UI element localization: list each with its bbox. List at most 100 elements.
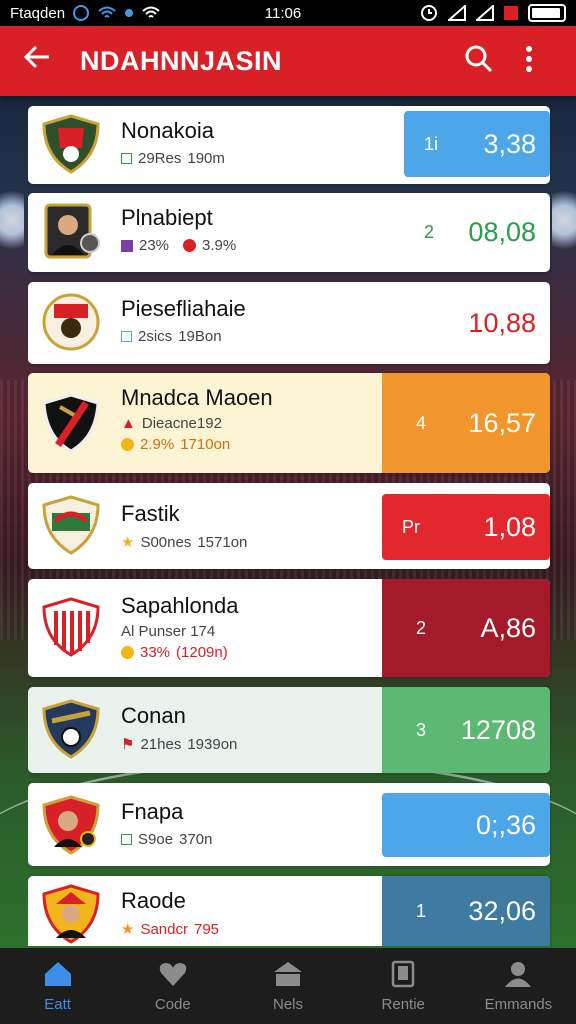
team-subtitle: Al Punser 174 xyxy=(121,623,216,640)
score-value: 3,38 xyxy=(483,128,536,159)
rank-label: 1i xyxy=(424,133,439,154)
team-stat: 2.9% xyxy=(140,436,175,453)
arrow-left-icon xyxy=(23,45,49,69)
team-card[interactable]: Mnadca Maoen ▲ Dieacne192 2.9% 1710on 4 16… xyxy=(28,373,550,473)
stat-icon xyxy=(121,331,132,342)
star-icon: ★ xyxy=(121,921,135,938)
app-notification-icon xyxy=(73,5,90,21)
team-name: Mnadca Maoen xyxy=(121,385,273,410)
score-value: 32,06 xyxy=(468,895,536,926)
team-card[interactable]: Plnabiept 23% 3.9% 2 08,08 xyxy=(28,193,550,272)
team-stat: Sandcr xyxy=(140,920,188,938)
phone-icon xyxy=(391,960,415,987)
score-box: 1i 3,38 xyxy=(404,111,550,177)
status-dot-icon xyxy=(121,646,134,659)
status-dot-icon xyxy=(183,239,197,252)
record-icon xyxy=(504,6,518,20)
alarm-icon xyxy=(421,5,437,21)
team-card[interactable]: Piesefliahaie 2sics 19Bon 10,88 xyxy=(28,282,550,364)
carrier-label: Ftaqden xyxy=(10,4,66,22)
team-name: Nonakoia xyxy=(121,118,214,143)
score-box: Pr 1,08 xyxy=(382,494,550,560)
person-icon xyxy=(505,961,532,987)
player-avatar-icon xyxy=(44,203,100,259)
team-subtitle: Dieacne192 xyxy=(141,415,222,432)
score-value: 08,08 xyxy=(468,216,536,247)
search-icon xyxy=(465,45,493,72)
floodlight xyxy=(552,180,576,260)
rank-label: 1 xyxy=(416,900,427,921)
team-card[interactable]: Nonakoia 29Res 190m 1i 3,38 xyxy=(28,106,550,184)
warning-icon: ▲ xyxy=(121,415,136,432)
team-stat: (1209n) xyxy=(176,644,228,661)
stat-icon xyxy=(121,834,132,845)
home-icon xyxy=(44,961,71,986)
player-avatar-icon xyxy=(42,884,100,944)
team-name: Fastik xyxy=(121,501,180,526)
bottom-navigation: Eatt Code Nels Rentie Emmands xyxy=(0,948,576,1024)
more-options-button[interactable] xyxy=(504,45,554,78)
team-name: Raode xyxy=(121,888,186,913)
team-stat: 795 xyxy=(193,920,220,938)
back-button[interactable] xyxy=(22,44,66,78)
team-card[interactable]: Fastik ★ S00nes 1571on Pr 1,08 xyxy=(28,483,550,569)
team-stat: S00nes xyxy=(140,533,192,551)
search-button[interactable] xyxy=(454,44,504,79)
score-value: 10,88 xyxy=(468,307,536,338)
nav-item-rentie[interactable]: Rentie xyxy=(346,948,461,1024)
team-card[interactable]: Raode ★ Sandcr 795 1 32,06 xyxy=(28,876,550,946)
team-card[interactable]: Sapahlonda Al Punser 174 33% (1209n) 2 A,… xyxy=(28,579,550,677)
nav-item-home[interactable]: Eatt xyxy=(0,948,115,1024)
team-stat: 2sics xyxy=(138,328,173,345)
team-stat: 29Res xyxy=(138,150,182,167)
heart-icon xyxy=(159,962,187,986)
flag-icon: ⚑ xyxy=(121,736,135,753)
rank-label: 4 xyxy=(416,412,427,433)
team-stat: 19Bon xyxy=(178,328,222,345)
team-card[interactable]: Conan ⚑ 21hes 1939on 3 12708 xyxy=(28,687,550,773)
team-crest-icon xyxy=(42,495,100,555)
score-value: 1,08 xyxy=(483,511,536,542)
nav-item-emmands[interactable]: Emmands xyxy=(461,948,576,1024)
team-crest-icon xyxy=(42,114,100,174)
team-stat: 1710on xyxy=(180,436,231,453)
more-vert-icon xyxy=(526,45,532,72)
team-crest-icon xyxy=(42,597,100,657)
nav-item-code[interactable]: Code xyxy=(115,948,230,1024)
score-box: 10,88 xyxy=(404,290,550,356)
status-dot-icon xyxy=(121,438,134,451)
score-value: A,86 xyxy=(480,612,536,643)
signal-icon xyxy=(476,5,494,21)
rank-label: 2 xyxy=(424,221,435,242)
team-card[interactable]: Fnapa S9oe 370n 0;,36 xyxy=(28,783,550,866)
rank-label: 2 xyxy=(416,617,427,638)
nav-label: Rentie xyxy=(381,995,425,1013)
player-avatar-icon xyxy=(42,795,100,855)
score-value: 12708 xyxy=(460,714,536,745)
team-name: Plnabiept xyxy=(121,205,213,230)
score-box: 2 08,08 xyxy=(404,199,550,265)
app-bar: NDAHNNJASIN xyxy=(0,26,576,96)
team-stat: 1939on xyxy=(187,735,238,753)
stat-icon xyxy=(121,153,132,164)
score-box: 3 12708 xyxy=(382,687,550,773)
team-crest-icon xyxy=(42,293,100,351)
team-stat: 190m xyxy=(187,150,225,167)
stadium-icon xyxy=(274,961,302,986)
team-crest-icon xyxy=(42,393,100,453)
page-title: NDAHNNJASIN xyxy=(80,45,283,76)
signal-icon xyxy=(448,5,466,21)
score-box: 4 16,57 xyxy=(382,373,550,473)
nav-item-news[interactable]: Nels xyxy=(230,948,345,1024)
nav-label: Eatt xyxy=(44,995,71,1013)
team-name: Conan xyxy=(121,703,186,728)
team-stat: 370n xyxy=(179,831,213,848)
team-list[interactable]: Nonakoia 29Res 190m 1i 3,38 Plnabiept 23%… xyxy=(28,100,552,946)
floodlight xyxy=(0,180,24,260)
score-box: 2 A,86 xyxy=(382,579,550,677)
team-stat: 23% xyxy=(139,237,170,254)
score-value: 0;,36 xyxy=(475,809,536,840)
team-stat: 33% xyxy=(140,644,171,661)
team-stat: S9oe xyxy=(138,831,174,848)
team-stat: 3.9% xyxy=(202,237,237,254)
